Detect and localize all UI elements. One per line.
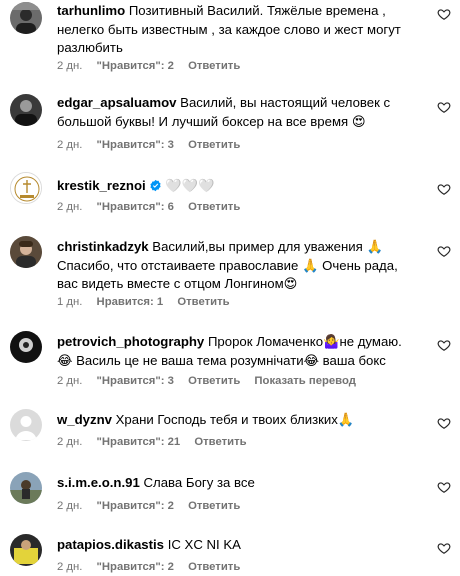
reply-button[interactable]: Ответить	[188, 60, 240, 72]
reply-button[interactable]: Ответить	[177, 296, 229, 308]
like-count[interactable]: "Нравится": 2	[97, 500, 174, 512]
comment-time[interactable]: 2 дн.	[57, 375, 82, 387]
comment-username[interactable]: edgar_apsaluamov	[57, 95, 176, 110]
like-heart-icon[interactable]	[437, 100, 451, 114]
reply-button[interactable]: Ответить	[188, 375, 240, 387]
comment-meta: 2 дн. "Нравится": 6 Ответить	[57, 201, 251, 213]
comment-time[interactable]: 2 дн.	[57, 561, 82, 573]
verified-badge-icon	[149, 179, 162, 192]
like-heart-icon[interactable]	[437, 338, 451, 352]
reply-button[interactable]: Ответить	[194, 436, 246, 448]
default-avatar-icon[interactable]	[10, 409, 42, 441]
comment-body: krestik_reznoi 🤍🤍🤍	[57, 177, 417, 196]
avatar[interactable]	[10, 2, 42, 34]
like-count[interactable]: "Нравится": 6	[97, 201, 174, 213]
reply-button[interactable]: Ответить	[188, 561, 240, 573]
comment-username[interactable]: krestik_reznoi	[57, 178, 146, 193]
like-count[interactable]: "Нравится": 3	[97, 139, 174, 151]
like-heart-icon[interactable]	[437, 541, 451, 555]
comment-time[interactable]: 2 дн.	[57, 60, 82, 72]
comment-meta: 2 дн. "Нравится": 3 Ответить Показать пе…	[57, 375, 367, 387]
comment-username[interactable]: patapios.dikastis	[57, 537, 164, 552]
comment-time[interactable]: 2 дн.	[57, 500, 82, 512]
comment-time[interactable]: 1 дн.	[57, 296, 82, 308]
comment-text: 🤍🤍🤍	[165, 178, 215, 193]
comment-body: tarhunlimo Позитивный Василий. Тяжёлые в…	[57, 2, 417, 58]
reply-button[interactable]: Ответить	[188, 201, 240, 213]
comment-body: patapios.dikastis IC XC NI KA	[57, 536, 417, 555]
comment-body: edgar_apsaluamov Василий, вы настоящий ч…	[57, 94, 417, 131]
comment-username[interactable]: petrovich_photography	[57, 334, 204, 349]
avatar[interactable]	[10, 472, 42, 504]
comment-body: christinkadzyk Василий,вы пример для ува…	[57, 238, 417, 294]
like-count[interactable]: Нравится: 1	[97, 296, 164, 308]
comment-body: s.i.m.e.o.n.91 Слава Богу за все	[57, 474, 417, 493]
like-heart-icon[interactable]	[437, 480, 451, 494]
comment-time[interactable]: 2 дн.	[57, 201, 82, 213]
like-heart-icon[interactable]	[437, 416, 451, 430]
brand-logo-icon[interactable]	[10, 172, 42, 204]
comment-time[interactable]: 2 дн.	[57, 139, 82, 151]
like-heart-icon[interactable]	[437, 7, 451, 21]
comment-username[interactable]: s.i.m.e.o.n.91	[57, 475, 140, 490]
like-count[interactable]: "Нравится": 2	[97, 60, 174, 72]
comment-body: petrovich_photography Пророк Ломаченко🤷‍…	[57, 333, 417, 370]
avatar[interactable]	[10, 94, 42, 126]
like-count[interactable]: "Нравится": 2	[97, 561, 174, 573]
like-count[interactable]: "Нравится": 3	[97, 375, 174, 387]
like-heart-icon[interactable]	[437, 244, 451, 258]
comment-username[interactable]: w_dyznv	[57, 412, 112, 427]
avatar[interactable]	[10, 331, 42, 363]
comment-body: w_dyznv Храни Господь тебя и твоих близк…	[57, 411, 417, 430]
comment-meta: 2 дн. "Нравится": 2 Ответить	[57, 500, 251, 512]
like-count[interactable]: "Нравится": 21	[97, 436, 181, 448]
comment-meta: 2 дн. "Нравится": 2 Ответить	[57, 60, 251, 72]
comment-meta: 1 дн. Нравится: 1 Ответить	[57, 296, 241, 308]
comment-text: Храни Господь тебя и твоих близких🙏	[115, 412, 355, 427]
comment-meta: 2 дн. "Нравится": 3 Ответить	[57, 139, 251, 151]
reply-button[interactable]: Ответить	[188, 500, 240, 512]
avatar[interactable]	[10, 236, 42, 268]
show-translation-button[interactable]: Показать перевод	[254, 375, 355, 387]
comment-time[interactable]: 2 дн.	[57, 436, 82, 448]
comment-text: Слава Богу за все	[143, 475, 255, 490]
comment-username[interactable]: tarhunlimo	[57, 3, 125, 18]
comment-username[interactable]: christinkadzyk	[57, 239, 149, 254]
like-heart-icon[interactable]	[437, 182, 451, 196]
comment-meta: 2 дн. "Нравится": 21 Ответить	[57, 436, 258, 448]
reply-button[interactable]: Ответить	[188, 139, 240, 151]
avatar[interactable]	[10, 534, 42, 566]
comment-meta: 2 дн. "Нравится": 2 Ответить	[57, 561, 251, 573]
comment-text: IC XC NI KA	[167, 537, 241, 552]
